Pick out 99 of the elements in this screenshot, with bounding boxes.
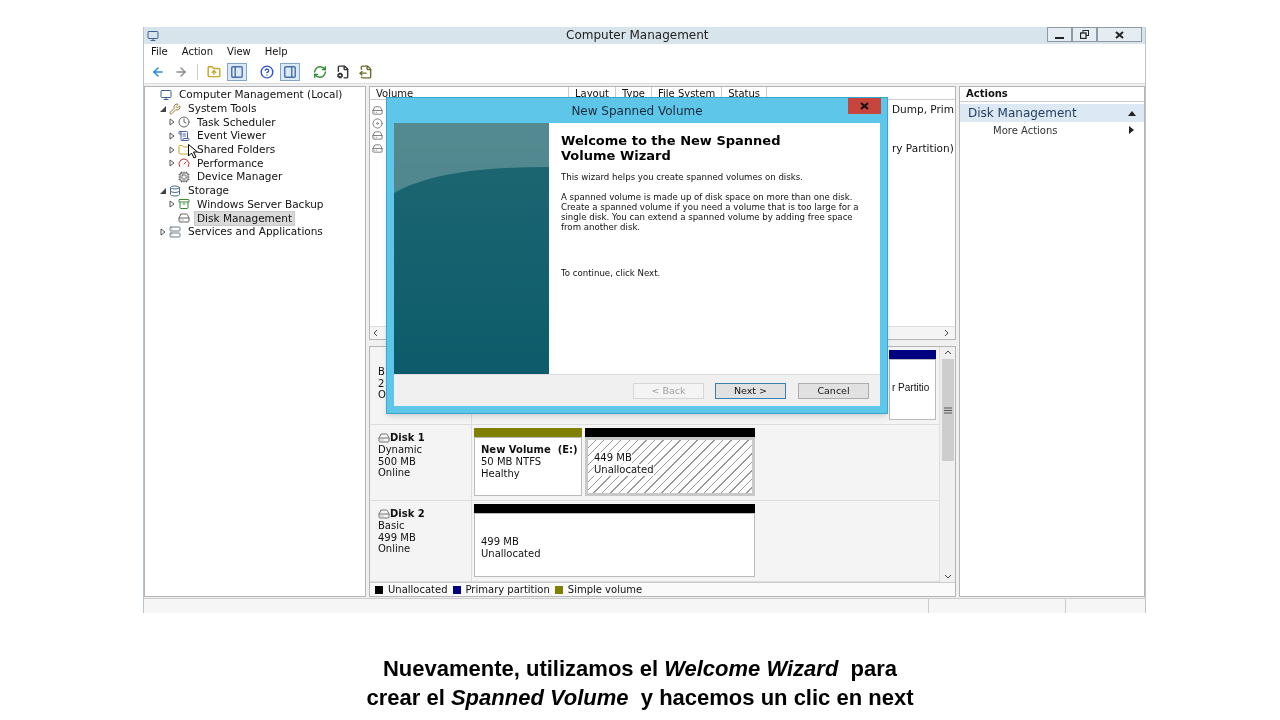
- back-icon: [151, 64, 165, 79]
- partition-text: 499 MB: [481, 536, 520, 548]
- actions-header: Actions: [960, 87, 1144, 102]
- collapsed-arrow-icon[interactable]: [159, 227, 167, 236]
- refresh-icon: [313, 64, 327, 79]
- action-item[interactable]: More Actions: [960, 122, 1144, 138]
- caption-line: Nuevamente, utilizamos el Welcome Wizard para: [382, 655, 898, 683]
- drive-icon: [372, 130, 383, 142]
- wizard-paragraph: To continue, click Next.: [561, 268, 662, 278]
- menu-item[interactable]: File: [151, 44, 168, 60]
- wrench-icon: [169, 102, 181, 115]
- legend-label: Primary partition: [465, 583, 550, 597]
- submenu-arrow-icon: [1129, 126, 1134, 134]
- disk-info: Online: [378, 467, 412, 479]
- wizard-paragraph: This wizard helps you create spanned volumes on disks.: [561, 172, 804, 182]
- help-icon: [260, 64, 274, 79]
- document-gear-icon: [336, 64, 350, 79]
- partition-box[interactable]: 449 MB Unallocated: [585, 437, 755, 496]
- dialog-button[interactable]: Next >: [715, 382, 786, 399]
- volume-title: New Volume (E:): [481, 444, 575, 456]
- tree-item[interactable]: System Tools: [185, 101, 260, 117]
- close-icon: [860, 102, 869, 110]
- partition-text: Healthy: [481, 468, 521, 480]
- collapsed-arrow-icon[interactable]: [168, 159, 176, 168]
- expanded-arrow-icon[interactable]: [159, 104, 167, 113]
- grip-icon: [943, 406, 952, 414]
- disk-info: 499 MB: [378, 531, 417, 543]
- partition-box[interactable]: New Volume (E:) 50 MB NTFS Healthy: [474, 437, 582, 496]
- forward-icon: [174, 64, 188, 79]
- optical-drive-icon: [372, 117, 383, 129]
- scrollbar-thumb[interactable]: [941, 359, 954, 461]
- disk-info: B: [378, 366, 386, 378]
- tree-item[interactable]: Device Manager: [194, 169, 286, 185]
- storage-icon: [169, 184, 181, 197]
- collapsed-arrow-icon[interactable]: [168, 145, 176, 154]
- actions-section[interactable]: Disk Management: [960, 104, 1144, 122]
- partition-box[interactable]: 499 MB Unallocated: [474, 513, 755, 577]
- disk-info: O: [378, 389, 387, 401]
- partition-text: 449 MB: [594, 452, 632, 464]
- app-icon: [147, 29, 159, 42]
- partition-text: Unallocated: [481, 548, 542, 560]
- disk-info: Basic: [378, 520, 406, 532]
- minimize-button[interactable]: [1047, 27, 1072, 42]
- disk-info: 500 MB: [378, 455, 417, 467]
- tree-item[interactable]: Services and Applications: [185, 224, 326, 240]
- tree-item[interactable]: Performance: [194, 155, 267, 171]
- dialog-title: New Spanned Volume: [571, 102, 703, 120]
- server-icon: [169, 225, 181, 238]
- legend-label: Simple volume: [567, 583, 643, 597]
- disk-info: 2: [378, 377, 386, 389]
- tree-item[interactable]: Disk Management: [194, 210, 296, 226]
- tree-item[interactable]: Computer Management (Local): [176, 87, 346, 103]
- table-cell-text: Dump, Prim: [892, 102, 954, 118]
- vertical-scrollbar[interactable]: [939, 347, 955, 582]
- disk-info: Online: [378, 543, 412, 555]
- tree-item[interactable]: Task Scheduler: [194, 114, 279, 130]
- restore-icon: [1080, 30, 1089, 39]
- drive-icon: [372, 104, 383, 116]
- disk-name: Disk 1: [390, 432, 425, 444]
- backup-icon: [178, 198, 190, 211]
- table-cell-text: ry Partition): [892, 140, 954, 156]
- panel-right-icon: [283, 64, 297, 79]
- collapsed-arrow-icon[interactable]: [168, 200, 176, 209]
- collapsed-arrow-icon[interactable]: [168, 118, 176, 127]
- window-title: Computer Management: [566, 27, 709, 44]
- dialog-button[interactable]: Cancel: [798, 382, 869, 399]
- legend-label: Unallocated: [388, 583, 448, 597]
- panel-left-icon: [230, 64, 244, 79]
- computer-icon: [160, 88, 172, 101]
- restore-button[interactable]: [1072, 27, 1097, 42]
- folder-icon: [178, 143, 190, 156]
- collapse-icon: [1128, 110, 1136, 116]
- partition-box[interactable]: r Partitio: [889, 359, 936, 420]
- wizard-paragraph: A spanned volume is made up of disk space on more than one disk. Create a spanned volume if you need a volume that is too large for a single disk. You can extend a spanned volume by adding free space from another disk.: [561, 192, 860, 232]
- caption-line: crear el Spanned Volume y hacemos un clic en next: [366, 684, 914, 712]
- tree-item[interactable]: Event Viewer: [194, 128, 270, 144]
- disk-info: Dynamic: [378, 444, 424, 456]
- close-button[interactable]: [1097, 27, 1142, 42]
- collapsed-arrow-icon[interactable]: [168, 131, 176, 140]
- wizard-heading: Welcome to the New Spanned Volume Wizard: [561, 133, 782, 163]
- menu-item[interactable]: View: [227, 44, 251, 60]
- tree-item[interactable]: Windows Server Backup: [194, 196, 327, 212]
- log-icon: [178, 129, 190, 142]
- disk-name: Disk 2: [390, 508, 425, 520]
- mouse-pointer-icon: [188, 144, 198, 159]
- expanded-arrow-icon[interactable]: [159, 186, 167, 195]
- close-icon: [1115, 30, 1124, 39]
- folder-up-icon: [207, 64, 221, 79]
- gauge-icon: [178, 157, 190, 170]
- minimize-icon: [1055, 36, 1064, 39]
- tree-item[interactable]: Storage: [185, 183, 233, 199]
- drive-icon: [372, 142, 383, 154]
- menu-item[interactable]: Help: [264, 44, 288, 60]
- menu-item[interactable]: Action: [181, 44, 214, 60]
- partition-text: Unallocated: [594, 464, 654, 476]
- document-arrow-icon: [359, 64, 373, 79]
- partition-text: 50 MB NTFS: [481, 456, 543, 468]
- clock-icon: [178, 116, 190, 129]
- partition-text: r Partitio: [892, 382, 931, 394]
